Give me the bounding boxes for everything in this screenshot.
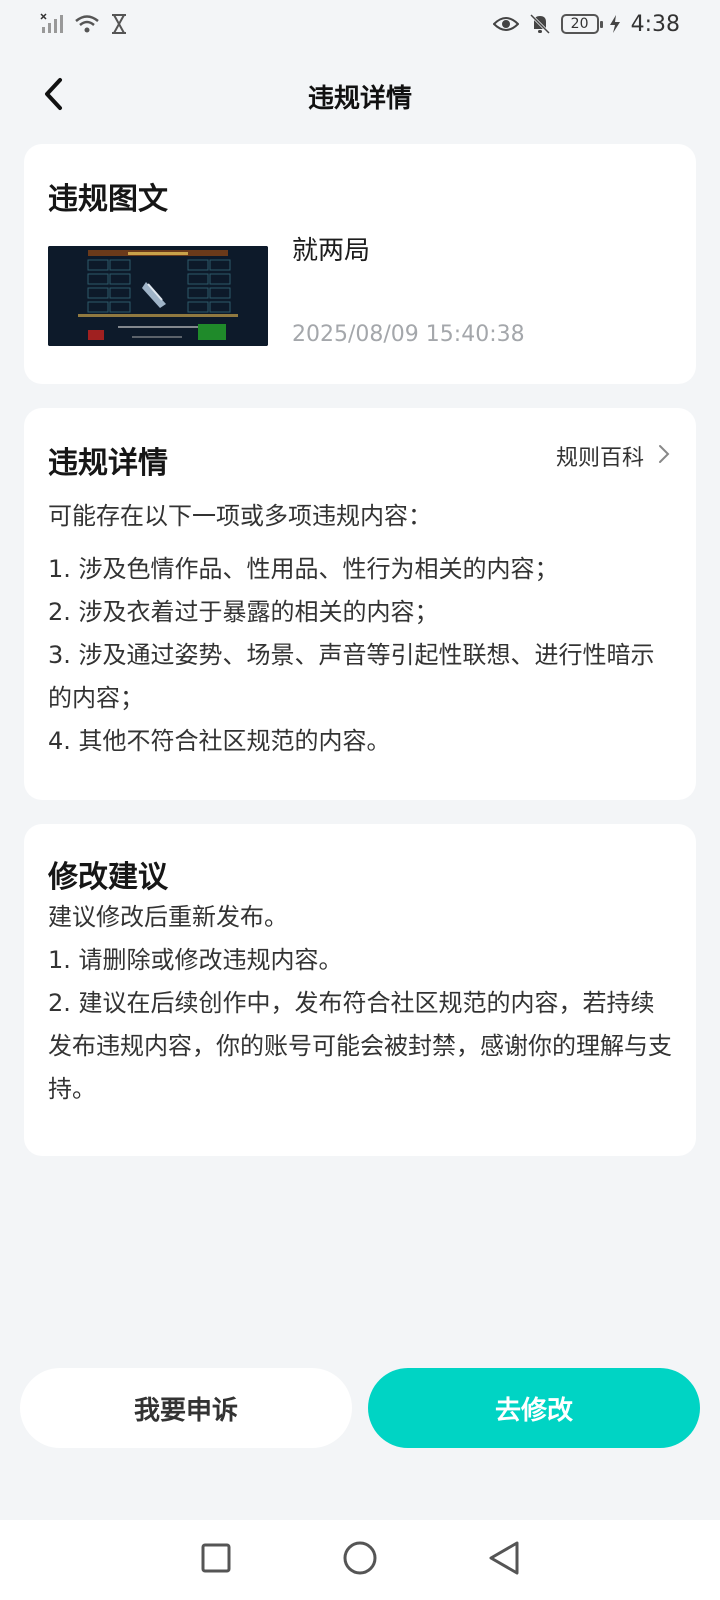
post-timestamp: 2025/08/09 15:40:38: [292, 322, 525, 347]
square-icon: [200, 1542, 232, 1578]
list-item: 2. 涉及衣着过于暴露的相关的内容；: [48, 598, 439, 626]
system-nav-bar: [0, 1520, 720, 1600]
list-item: 1. 涉及色情作品、性用品、性行为相关的内容；: [48, 555, 559, 583]
suggestion-card-title: 修改建议: [48, 860, 168, 895]
chevron-right-icon: [658, 444, 670, 468]
list-item: 3. 涉及通过姿势、场景、声音等引起性联想、进行性暗示的内容；: [48, 641, 655, 712]
rules-wiki-link[interactable]: 规则百科: [556, 438, 670, 474]
hourglass-icon: [110, 13, 128, 35]
content-card: 违规图文 就两局 2025/08/09 15:40:38: [24, 144, 696, 384]
bolt-icon: [609, 14, 621, 34]
list-item: 2. 建议在后续创作中，发布符合社区规范的内容，若持续发布违规内容，你的账号可能…: [48, 989, 672, 1103]
status-right: 20 4:38: [492, 11, 680, 37]
signal-icon: [40, 13, 64, 35]
status-left: [40, 13, 128, 35]
top-header: 违规详情: [0, 64, 720, 128]
wifi-icon: [74, 13, 100, 35]
recent-apps-button[interactable]: [194, 1538, 238, 1582]
post-thumbnail[interactable]: [48, 246, 268, 346]
triangle-back-icon: [487, 1540, 521, 1580]
clock: 4:38: [630, 11, 680, 37]
list-item: 建议修改后重新发布。: [48, 903, 288, 931]
nav-back-button[interactable]: [482, 1538, 526, 1582]
circle-icon: [342, 1540, 378, 1580]
status-bar: 20 4:38: [0, 0, 720, 48]
content-card-title: 违规图文: [48, 182, 168, 217]
page-title: 违规详情: [307, 83, 412, 114]
home-button[interactable]: [338, 1538, 382, 1582]
details-card: 违规详情 规则百科 可能存在以下一项或多项违规内容： 1. 涉及色情作品、性用品…: [24, 408, 696, 800]
rules-wiki-label: 规则百科: [555, 446, 644, 471]
suggestion-card: 修改建议 建议修改后重新发布。 1. 请删除或修改违规内容。 2. 建议在后续创…: [24, 824, 696, 1156]
violation-list: 1. 涉及色情作品、性用品、性行为相关的内容； 2. 涉及衣着过于暴露的相关的内…: [48, 548, 676, 763]
details-card-title: 违规详情: [48, 446, 168, 481]
appeal-button[interactable]: 我要申诉: [20, 1368, 352, 1448]
details-intro: 可能存在以下一项或多项违规内容：: [48, 502, 432, 530]
back-button[interactable]: [30, 72, 78, 120]
back-arrow-icon: [42, 76, 66, 116]
battery-indicator: 20: [560, 14, 603, 34]
edit-button[interactable]: 去修改: [368, 1368, 700, 1448]
suggestion-text: 建议修改后重新发布。 1. 请删除或修改违规内容。 2. 建议在后续创作中，发布…: [48, 896, 676, 1111]
bell-off-icon: [529, 13, 551, 35]
list-item: 4. 其他不符合社区规范的内容。: [48, 727, 391, 755]
post-text: 就两局: [292, 236, 371, 266]
eye-icon: [492, 14, 519, 34]
list-item: 1. 请删除或修改违规内容。: [48, 946, 343, 974]
